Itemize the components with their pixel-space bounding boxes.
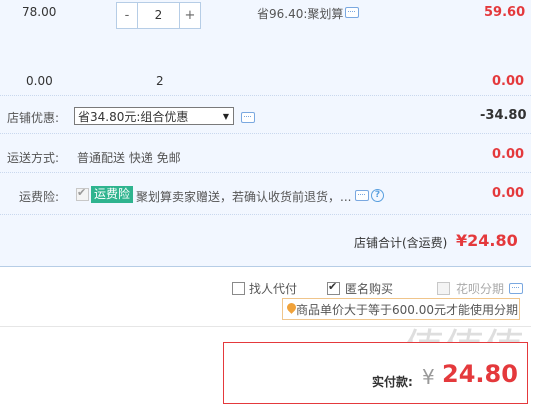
message-icon[interactable] [509,283,523,294]
shop-discount-label: 店铺优惠: [7,111,60,125]
insurance-checkbox[interactable] [76,186,89,201]
item-promo: 省96.40:聚划算 [257,7,344,21]
shop-discount-amount: -34.80 [480,108,527,123]
row-divider [0,95,531,96]
summary-subtotal: 0.00 [492,74,525,89]
row-divider [0,172,531,173]
insurance-text: 聚划算卖家赠送，若确认收货前退货，... [136,190,352,204]
help-icon[interactable]: ? [371,189,384,202]
summary-qty: 2 [156,74,164,88]
summary-unit-price: 0.00 [26,74,53,88]
shop-discount-select[interactable]: 省34.80元:组合优惠 ▼ [74,107,234,125]
shop-discount-selected: 省34.80元:组合优惠 [78,110,189,124]
payment-value: 24.80 [442,360,518,388]
item-subtotal: 59.60 [484,5,526,20]
shop-total-label: 店铺合计(含运费) [354,236,448,250]
quantity-input[interactable]: 2 [137,3,180,28]
quantity-stepper[interactable]: - 2 + [116,2,201,29]
message-icon[interactable] [355,190,369,201]
shipping-amount: 0.00 [492,147,525,162]
item-unit-price: 78.00 [22,5,57,19]
row-divider [0,214,531,215]
proxy-pay-checkbox[interactable] [232,282,245,295]
shop-total-value: ¥24.80 [456,231,518,250]
insurance-amount: 0.00 [492,186,525,201]
message-icon[interactable] [241,112,255,123]
anonymous-label[interactable]: 匿名购买 [345,280,393,297]
quantity-decrease-button[interactable]: - [117,3,137,28]
shipping-method: 普通配送 快递 免邮 [77,151,181,165]
installment-label[interactable]: 花呗分期 [456,280,504,297]
proxy-pay-label[interactable]: 找人代付 [249,280,297,297]
row-divider [0,133,531,134]
anonymous-checkbox[interactable] [327,280,340,295]
installment-checkbox[interactable] [437,282,450,295]
shipping-label: 运送方式: [7,151,60,165]
dropdown-arrow-icon: ▼ [222,112,229,121]
payment-label: 实付款: [372,375,413,389]
payment-currency: ¥ [422,365,435,389]
insurance-label: 运费险: [19,190,60,204]
message-icon[interactable] [345,7,359,18]
insurance-tag: 运费险 [91,186,134,203]
quantity-increase-button[interactable]: + [180,3,200,28]
